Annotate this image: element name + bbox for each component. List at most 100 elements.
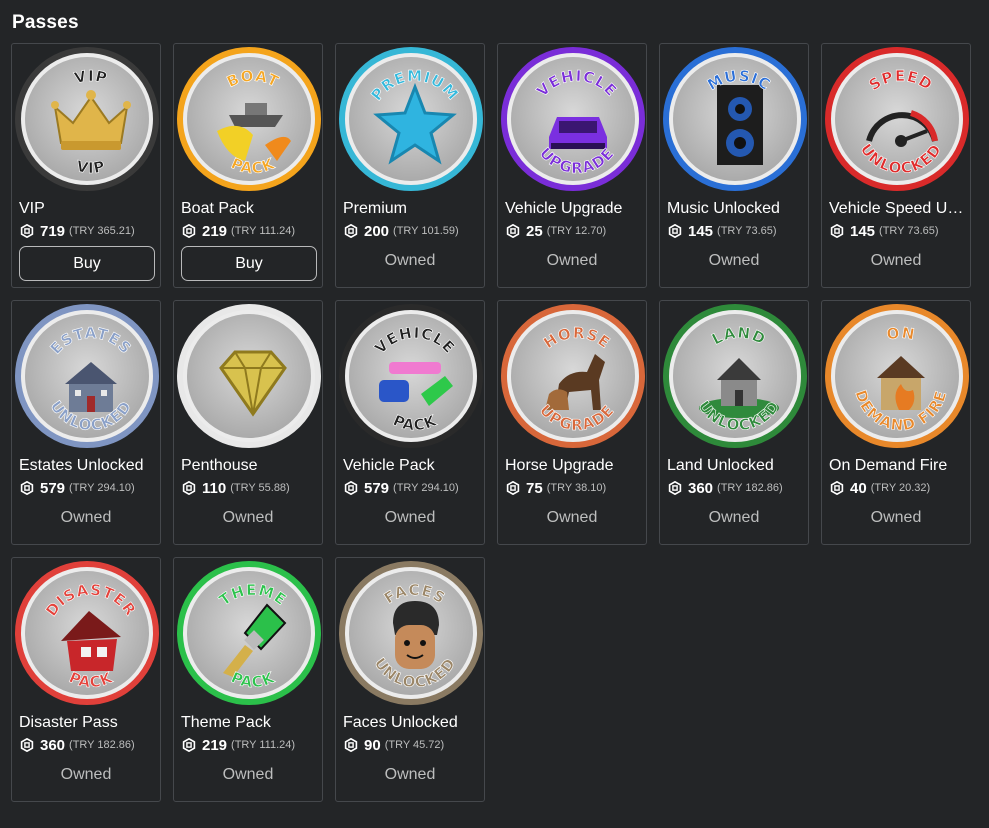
robux-icon <box>182 738 196 752</box>
robux-amount: 25 <box>526 222 543 240</box>
pass-card[interactable]: LAND UNLOCKED Land Unlocked 360 (TRY 182… <box>659 300 809 545</box>
pass-thumbnail-disaster-pass[interactable]: DISASTER PACK <box>15 561 159 705</box>
owned-label: Owned <box>546 509 598 526</box>
badge-background: HORSE UPGRADE <box>511 314 635 438</box>
pass-thumbnail-on-demand-fire[interactable]: ON DEMAND FIRE <box>825 304 969 448</box>
robux-amount: 75 <box>526 479 543 497</box>
pass-price: 40 (TRY 20.32) <box>830 478 930 498</box>
pass-thumbnail-horse-upgrade[interactable]: HORSE UPGRADE <box>501 304 645 448</box>
pass-card[interactable]: DISASTER PACK Disaster Pass 360 (TRY 182… <box>11 557 161 802</box>
pass-thumbnail-penthouse[interactable] <box>177 304 321 448</box>
pass-card[interactable]: VEHICLE PACK Vehicle Pack 579 (TRY 294.1… <box>335 300 485 545</box>
pass-name[interactable]: Horse Upgrade <box>505 457 643 475</box>
pass-name[interactable]: Disaster Pass <box>19 714 157 732</box>
pass-thumbnail-boat-pack[interactable]: BOAT PACK <box>177 47 321 191</box>
pass-price: 145 (TRY 73.65) <box>830 221 939 241</box>
pass-price: 219 (TRY 111.24) <box>182 221 295 241</box>
pass-name[interactable]: VIP <box>19 200 157 218</box>
robux-icon <box>344 481 358 495</box>
robux-icon <box>506 224 520 238</box>
pass-card[interactable]: BOAT PACK Boat Pack 219 (TRY 111.24) Buy <box>173 43 323 288</box>
paintbrush-icon <box>223 603 287 677</box>
car-icon <box>549 117 607 149</box>
robux-amount: 579 <box>40 479 66 497</box>
robux-icon <box>20 738 34 752</box>
pass-thumbnail-faces-unlocked[interactable]: FACES UNLOCKED <box>339 561 483 705</box>
badge-background: VIP VIP <box>25 57 149 181</box>
local-price: (TRY 73.65) <box>717 225 777 237</box>
pass-price: 579 (TRY 294.10) <box>344 478 459 498</box>
pass-thumbnail-vehicle-upgrade[interactable]: VEHICLE UPGRADE <box>501 47 645 191</box>
robux-amount: 219 <box>202 222 228 240</box>
pass-thumbnail-premium[interactable]: PREMIUM <box>339 47 483 191</box>
pass-name[interactable]: Faces Unlocked <box>343 714 481 732</box>
mansion-icon <box>65 362 117 412</box>
pass-thumbnail-vip[interactable]: VIP VIP <box>15 47 159 191</box>
owned-label: Owned <box>222 509 274 526</box>
pass-card[interactable]: HORSE UPGRADE Horse Upgrade 75 (TRY 38.1… <box>497 300 647 545</box>
pass-price: 25 (TRY 12.70) <box>506 221 606 241</box>
pass-thumbnail-vehicle-speed-unlocked[interactable]: SPEED UNLOCKED <box>825 47 969 191</box>
pass-name[interactable]: Music Unlocked <box>667 200 805 218</box>
owned-label: Owned <box>60 766 112 783</box>
badge-background <box>187 314 311 438</box>
pass-name[interactable]: Boat Pack <box>181 200 319 218</box>
robux-amount: 219 <box>202 736 228 754</box>
pass-card[interactable]: MUSIC Music Unlocked 145 (TRY 73.65) Own… <box>659 43 809 288</box>
robux-amount: 145 <box>850 222 876 240</box>
buy-button[interactable]: Buy <box>181 246 317 281</box>
owned-label: Owned <box>708 252 760 269</box>
pass-name[interactable]: Vehicle Pack <box>343 457 481 475</box>
pass-card[interactable]: VIP VIP VIP 719 (TRY 365.21) Buy <box>11 43 161 288</box>
local-price: (TRY 20.32) <box>870 482 931 494</box>
pass-card[interactable]: THEME PACK Theme Pack 219 (TRY 111.24) O… <box>173 557 323 802</box>
pass-thumbnail-vehicle-pack[interactable]: VEHICLE PACK <box>339 304 483 448</box>
robux-icon <box>344 224 358 238</box>
pass-name[interactable]: On Demand Fire <box>829 457 967 475</box>
star-icon <box>373 82 457 165</box>
horse-icon <box>545 354 605 410</box>
pass-thumbnail-theme-pack[interactable]: THEME PACK <box>177 561 321 705</box>
pass-card[interactable]: Penthouse 110 (TRY 55.88) Owned <box>173 300 323 545</box>
pass-badge-art <box>219 350 287 417</box>
section-title: Passes <box>12 12 79 33</box>
pass-card[interactable]: FACES UNLOCKED Faces Unlocked 90 (TRY 45… <box>335 557 485 802</box>
pass-name[interactable]: Premium <box>343 200 481 218</box>
pass-badge-art: THEME PACK <box>216 581 290 692</box>
passes-page: Passes VIP VIP VIP 719 (TRY 365.21) Buy <box>0 0 989 828</box>
pass-thumbnail-land-unlocked[interactable]: LAND UNLOCKED <box>663 304 807 448</box>
local-price: (TRY 182.86) <box>69 739 135 751</box>
robux-amount: 110 <box>202 479 227 497</box>
pass-badge-art: ESTATES UNLOCKED <box>46 324 134 435</box>
badge-background: PREMIUM <box>349 57 473 181</box>
badge-bottom-text: PACK <box>390 411 440 434</box>
pass-badge-art: PREMIUM <box>367 67 462 165</box>
buy-button[interactable]: Buy <box>19 246 155 281</box>
pass-name[interactable]: Theme Pack <box>181 714 319 732</box>
owned-label: Owned <box>384 509 436 526</box>
pass-badge-art: VIP VIP <box>51 67 131 178</box>
pass-card[interactable]: ESTATES UNLOCKED Estates Unlocked 579 (T… <box>11 300 161 545</box>
local-price: (TRY 101.59) <box>393 225 459 237</box>
cars-icon <box>379 362 453 406</box>
pass-name[interactable]: Vehicle Speed Unlocked <box>829 200 967 218</box>
local-price: (TRY 365.21) <box>69 225 135 237</box>
pass-card[interactable]: ON DEMAND FIRE On Demand Fire 40 (TRY 20… <box>821 300 971 545</box>
pass-price: 75 (TRY 38.10) <box>506 478 606 498</box>
pass-card[interactable]: VEHICLE UPGRADE Vehicle Upgrade 25 (TRY … <box>497 43 647 288</box>
pass-thumbnail-estates-unlocked[interactable]: ESTATES UNLOCKED <box>15 304 159 448</box>
pass-name[interactable]: Land Unlocked <box>667 457 805 475</box>
pass-thumbnail-music-unlocked[interactable]: MUSIC <box>663 47 807 191</box>
pass-name[interactable]: Penthouse <box>181 457 319 475</box>
robux-icon <box>182 224 196 238</box>
pass-badge-art: VEHICLE PACK <box>371 323 458 434</box>
robux-amount: 579 <box>364 479 390 497</box>
robux-amount: 360 <box>40 736 66 754</box>
pass-card[interactable]: PREMIUM Premium 200 (TRY 101.59) Owned <box>335 43 485 288</box>
pass-name[interactable]: Vehicle Upgrade <box>505 200 643 218</box>
robux-amount: 719 <box>40 222 66 240</box>
pass-name[interactable]: Estates Unlocked <box>19 457 157 475</box>
pass-card[interactable]: SPEED UNLOCKED Vehicle Speed Unlocked 14… <box>821 43 971 288</box>
speaker-icon <box>717 85 763 165</box>
badge-bottom-text: UPGRADE <box>536 144 618 177</box>
